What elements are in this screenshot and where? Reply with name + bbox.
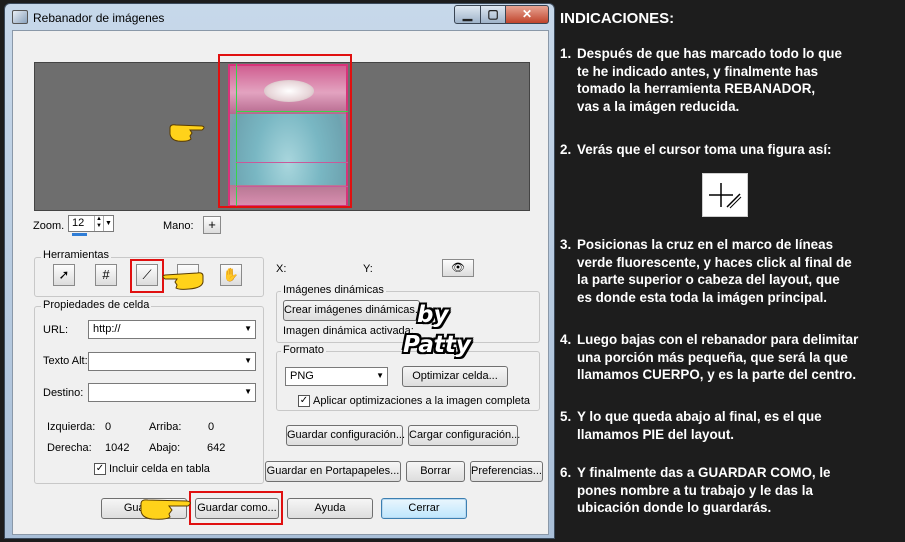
load-config-button[interactable]: Cargar configuración... [408,425,520,446]
pointer-tool-button[interactable]: ➚ [53,264,75,286]
save-config-button[interactable]: Guardar configuración... [286,425,405,446]
step-text: Luego bajas con el rebanador para delimi… [577,332,859,382]
apply-optimizations-checkbox[interactable]: ✓ [298,395,310,407]
format-value: PNG [290,370,314,382]
top-value: 0 [208,421,215,433]
include-cell-checkbox[interactable]: ✓ [94,463,106,475]
close-button[interactable]: Cerrar [381,498,467,519]
title-bar[interactable]: Rebanador de imágenes ▁ ▢ ✕ [5,4,554,30]
zoom-value: 12 [72,217,85,229]
zoom-slider-indicator[interactable] [72,233,87,236]
pointing-hand-icon [140,499,191,520]
help-button[interactable]: Ayuda [287,498,373,519]
preview-button[interactable]: 👁 [442,259,474,277]
chevron-down-icon[interactable]: ▼ [376,371,384,380]
watermark-by: by [417,302,449,328]
apply-optimizations-label: Aplicar optimizaciones a la imagen compl… [313,395,531,407]
step-text: Y lo que queda abajo al final, es el que… [577,409,822,442]
hand-tool-button[interactable]: + [203,216,221,234]
pointing-hand-icon [162,272,204,290]
zoom-label: Zoom. [33,220,65,232]
dynamic-image-active-label: Imagen dinámica activada: [283,325,414,337]
zoom-dropdown-arrow[interactable]: ▼ [103,216,113,231]
alt-text-field[interactable]: ▼ [88,352,256,371]
instructions-title: INDICACIONES: [560,10,675,27]
top-label: Arriba: [149,421,182,433]
optimize-cell-button[interactable]: Optimizar celda... [402,366,508,387]
include-cell-label: Incluir celda en tabla [109,463,210,475]
eye-icon: 👁 [451,262,465,274]
grid-icon: # [102,267,110,282]
step-number: 3. [560,237,572,252]
url-label: URL: [43,324,69,336]
format-title: Formato [281,344,326,356]
delete-button[interactable]: Borrar [406,461,465,482]
y-coordinate-label: Y: [363,263,373,275]
highlight-save-as [189,491,283,525]
dynamic-images-title: Imágenes dinámicas [281,284,386,296]
url-field[interactable]: http:// ▼ [88,320,256,339]
highlight-preview [218,54,352,208]
right-label: Derecha: [47,442,92,454]
zoom-spinner[interactable]: 12 ▲ ▼ ▼ [68,215,114,232]
hand-icon: ✋ [222,267,240,282]
arrow-cursor-icon: ➚ [58,267,70,282]
bottom-value: 642 [207,442,226,454]
close-window-button[interactable]: ✕ [505,5,549,24]
step-number: 6. [560,465,572,480]
pan-tool-button[interactable]: ✋ [220,264,242,286]
instructions-panel: INDICACIONES: 1. Después de que has marc… [557,0,905,542]
alt-text-label: Texto Alt: [43,355,88,367]
target-field[interactable]: ▼ [88,383,256,402]
window-title: Rebanador de imágenes [33,11,165,25]
image-slicer-window: Rebanador de imágenes ▁ ▢ ✕ Zoom. 12 ▲ ▼ … [4,3,555,539]
bottom-label: Abajo: [149,442,181,454]
left-value: 0 [105,421,112,433]
chevron-down-icon[interactable]: ▼ [244,387,252,396]
target-label: Destino: [43,387,84,399]
save-clipboard-button[interactable]: Guardar en Portapapeles... [265,461,401,482]
chevron-down-icon[interactable]: ▼ [244,356,252,365]
chevron-down-icon[interactable]: ▼ [244,324,252,333]
x-coordinate-label: X: [276,263,287,275]
step-number: 2. [560,142,572,157]
watermark-name: Patty [403,332,471,358]
pointing-hand-icon [169,124,205,142]
step-text: Y finalmente das a GUARDAR COMO, le pone… [577,465,831,515]
cell-properties-title: Propiedades de celda [41,299,152,311]
step-text: Posicionas la cruz en el marco de líneas… [577,237,852,305]
step-text: Verás que el cursor toma una figura así: [577,142,832,157]
grid-tool-button[interactable]: # [95,264,117,286]
right-value: 1042 [105,442,130,454]
zoom-spin-arrows[interactable]: ▲ ▼ [94,216,103,231]
preferences-button[interactable]: Preferencias... [470,461,543,482]
step-number: 5. [560,409,572,424]
url-value: http:// [93,323,121,335]
step-number: 4. [560,332,572,347]
create-dynamic-images-button[interactable]: Crear imágenes dinámicas... [283,300,424,321]
step-text: Después de que has marcado todo lo que t… [577,46,842,114]
slicer-cursor-sample [702,173,748,217]
hand-label: Mano: [163,220,194,232]
left-label: Izquierda: [47,421,96,433]
app-icon [12,10,28,24]
minimize-button[interactable]: ▁ [454,5,481,24]
slicer-cursor-icon [709,183,742,209]
tools-group-title: Herramientas [41,249,112,261]
dialog-client: Zoom. 12 ▲ ▼ ▼ Mano: + Herramientas ➚ # ⟋… [12,30,549,535]
step-number: 1. [560,46,572,61]
maximize-button[interactable]: ▢ [480,5,506,24]
format-select[interactable]: PNG ▼ [285,367,388,386]
